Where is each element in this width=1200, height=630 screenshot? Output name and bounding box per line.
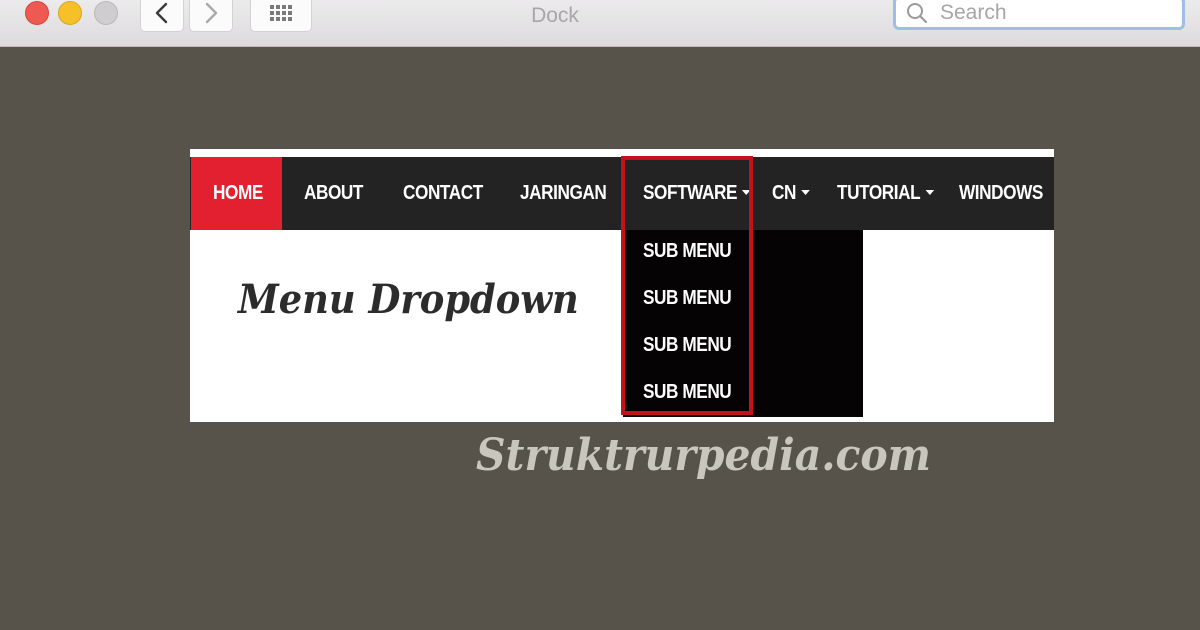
app-window: Dock Search HOME ABOUT CONTACT JARINGAN … bbox=[0, 0, 1200, 630]
forward-arrow-icon bbox=[205, 2, 218, 24]
search-placeholder: Search bbox=[940, 1, 1007, 24]
back-button[interactable] bbox=[140, 0, 184, 32]
grid-icon bbox=[270, 5, 292, 21]
search-field[interactable]: Search bbox=[893, 0, 1185, 30]
grid-view-button[interactable] bbox=[250, 0, 312, 32]
demo-title: Menu Dropdown bbox=[238, 276, 579, 323]
watermark-text: Struktrurpedia.com bbox=[476, 430, 931, 481]
caret-down-icon bbox=[801, 189, 810, 195]
menu-item-cn[interactable]: CN bbox=[772, 157, 810, 230]
demo-panel: HOME ABOUT CONTACT JARINGAN SOFTWARE CN … bbox=[190, 149, 1054, 422]
menu-item-home[interactable]: HOME bbox=[213, 157, 263, 230]
zoom-window-button[interactable] bbox=[94, 1, 118, 25]
search-icon bbox=[907, 3, 928, 24]
forward-button[interactable] bbox=[189, 0, 233, 32]
minimize-window-button[interactable] bbox=[58, 1, 82, 25]
title-bar: Dock Search bbox=[0, 0, 1200, 47]
close-window-button[interactable] bbox=[25, 1, 49, 25]
caret-down-icon bbox=[925, 189, 934, 195]
menu-item-windows[interactable]: WINDOWS bbox=[959, 157, 1043, 230]
menu-item-contact[interactable]: CONTACT bbox=[403, 157, 483, 230]
menu-item-about[interactable]: ABOUT bbox=[304, 157, 363, 230]
menu-item-tutorial[interactable]: TUTORIAL bbox=[837, 157, 934, 230]
window-title: Dock bbox=[531, 4, 579, 27]
highlight-box bbox=[621, 156, 753, 415]
back-arrow-icon bbox=[155, 2, 168, 24]
menu-item-jaringan[interactable]: JARINGAN bbox=[520, 157, 607, 230]
